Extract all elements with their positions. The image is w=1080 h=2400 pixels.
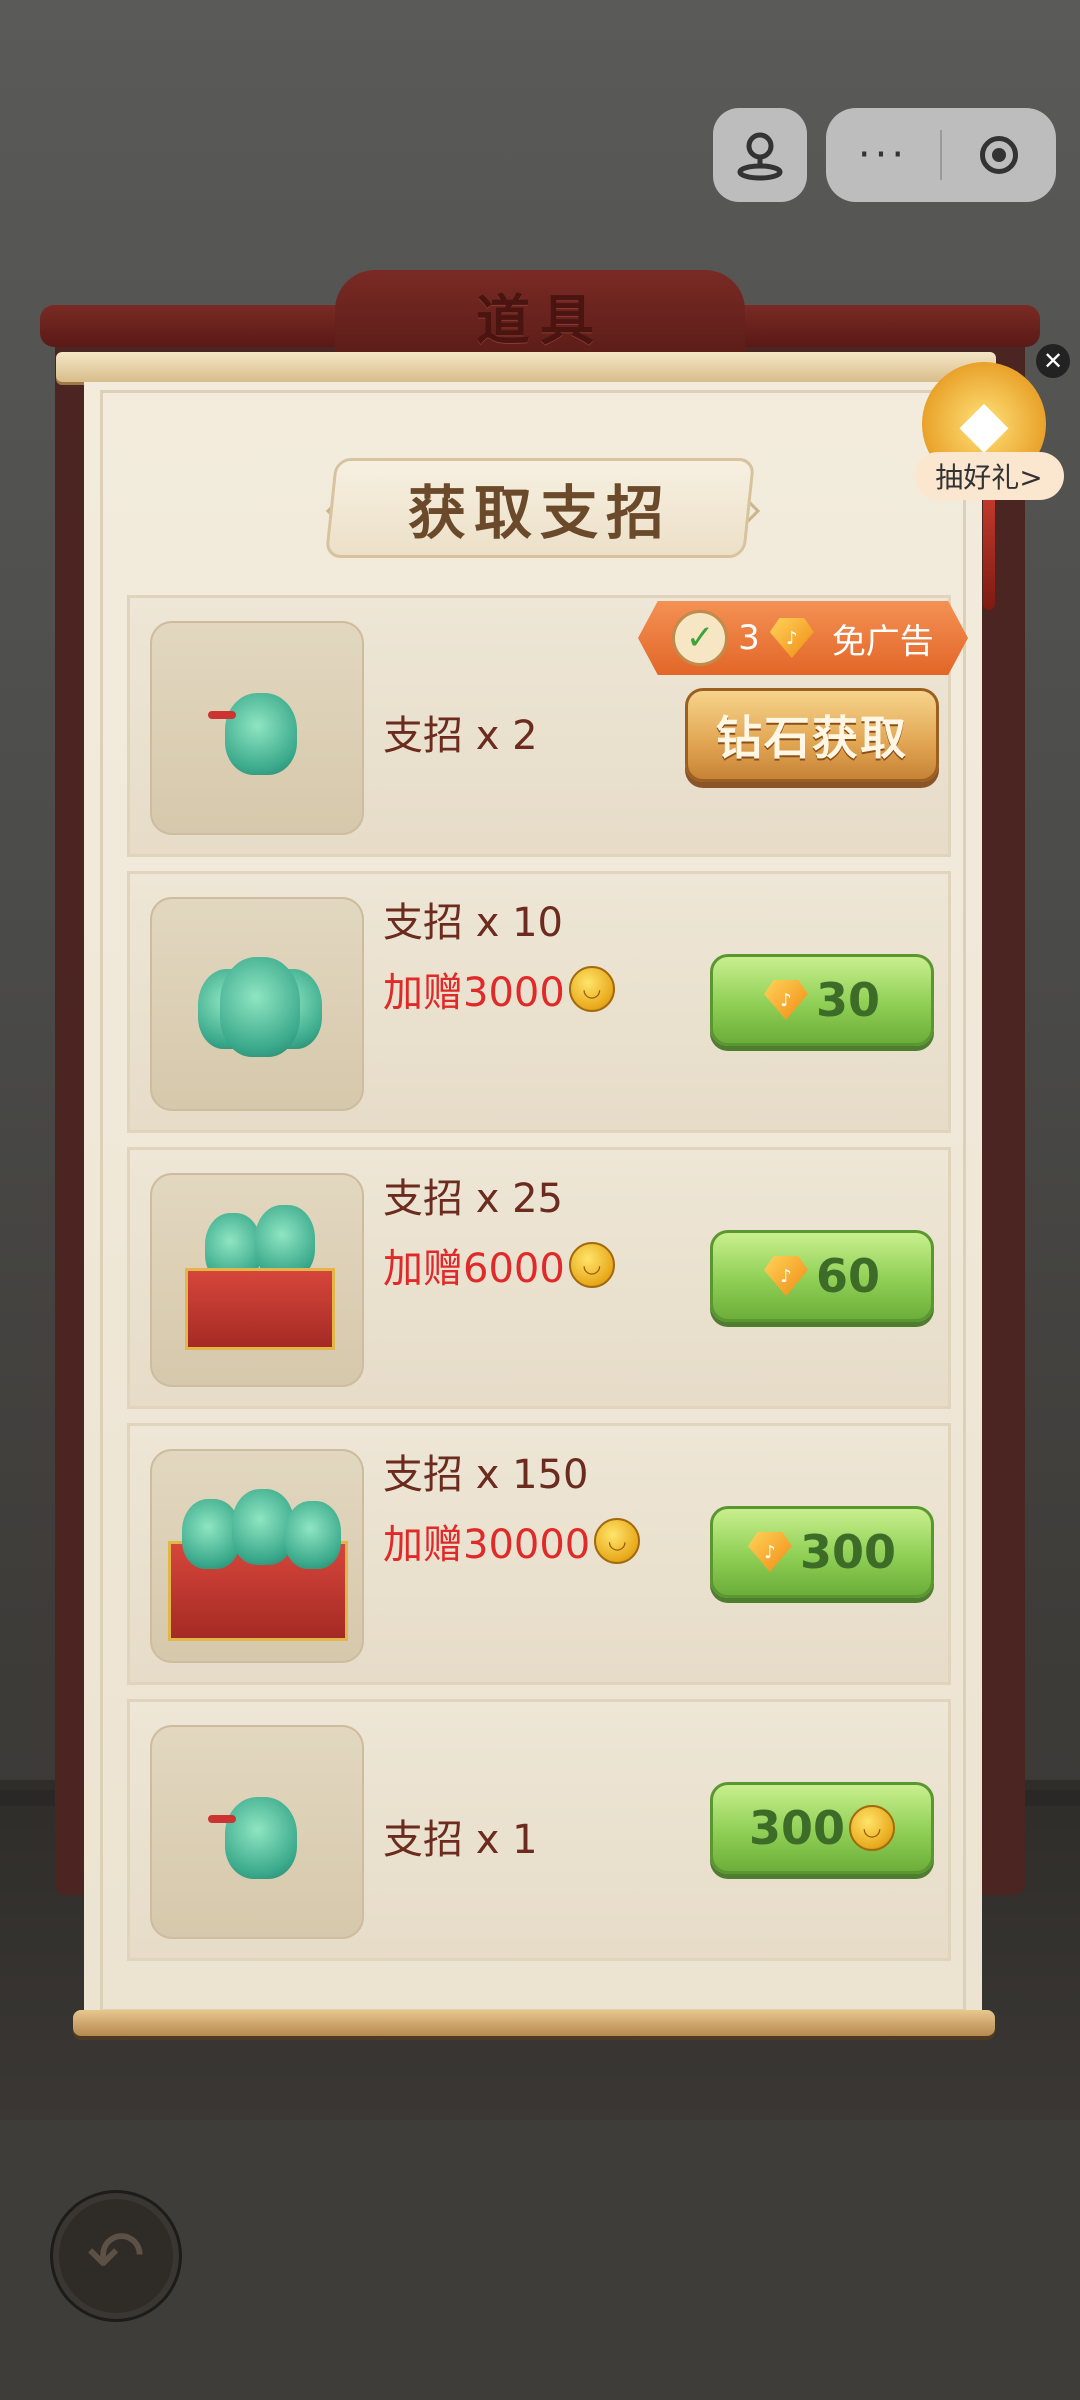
- diamond-icon: ♪: [747, 1532, 792, 1572]
- target-icon: [980, 136, 1018, 174]
- diamond-icon: ♪: [769, 618, 814, 658]
- item-thumbnail: [150, 1449, 364, 1663]
- item-name: 支招 x 10: [383, 900, 563, 946]
- back-arrow-icon: ↶: [86, 2215, 146, 2297]
- tip-bag-icon: [285, 1501, 341, 1569]
- more-button[interactable]: ···: [826, 108, 940, 202]
- shop-item-row: 支招 x 150 加赠30000 ◡ ♪ 300: [127, 1423, 951, 1685]
- item-bonus: 加赠3000 ◡: [383, 960, 615, 1018]
- coin-icon: ◡: [594, 1518, 641, 1564]
- price-label: 300: [748, 1801, 846, 1855]
- buy-button[interactable]: ♪ 300: [710, 1506, 934, 1598]
- scroll-top-rail: [56, 352, 996, 382]
- user-pin-icon: [737, 132, 783, 181]
- item-bonus: 加赠30000 ◡: [383, 1512, 641, 1570]
- close-icon[interactable]: ✕: [1036, 344, 1070, 378]
- buy-button[interactable]: 300 ◡: [710, 1782, 934, 1874]
- item-name: 支招 x 25: [383, 1176, 563, 1222]
- diamond-icon: ♪: [763, 980, 808, 1020]
- diamond-get-button[interactable]: 钻石获取: [685, 688, 939, 782]
- tip-bag-icon: [220, 957, 300, 1057]
- close-miniapp-button[interactable]: [942, 136, 1056, 174]
- bag-tassel: [208, 1815, 236, 1823]
- item-name: 支招 x 150: [383, 1452, 589, 1498]
- buy-button[interactable]: ♪ 60: [710, 1230, 934, 1322]
- section-title: 获取支招: [407, 479, 672, 547]
- bag-tassel: [208, 711, 236, 719]
- coin-icon: ◡: [849, 1805, 896, 1851]
- ad-free-label: 免广告: [831, 621, 934, 662]
- gift-box-icon: [185, 1268, 335, 1350]
- lucky-draw-label[interactable]: 抽好礼>: [914, 452, 1064, 500]
- item-name: 支招 x 1: [383, 1817, 538, 1863]
- tassel-decoration: [983, 500, 995, 610]
- buy-button[interactable]: ♪ 30: [710, 954, 934, 1046]
- bonus-text: 加赠30000: [383, 1522, 591, 1568]
- shop-item-row: 支招 x 1 300 ◡: [127, 1699, 951, 1961]
- check-icon: ✓: [672, 610, 729, 666]
- price-label: 30: [815, 973, 880, 1027]
- shop-item-row: 支招 x 10 加赠3000 ◡ ♪ 30: [127, 871, 951, 1133]
- bonus-text: 加赠3000: [383, 970, 565, 1016]
- price-label: 300: [799, 1525, 897, 1579]
- item-thumbnail: [150, 621, 364, 835]
- item-thumbnail: [150, 1173, 364, 1387]
- back-button[interactable]: ↶: [50, 2190, 182, 2322]
- coin-icon: ◡: [568, 1242, 615, 1288]
- section-header: 获取支招: [324, 458, 756, 558]
- share-capsule-button[interactable]: [713, 108, 807, 202]
- ad-free-badge: ✓ 3 ♪ 免广告: [638, 601, 968, 675]
- diamond-get-label: 钻石获取: [716, 711, 908, 765]
- scroll-bottom-rod: [73, 2010, 995, 2036]
- tip-bag-icon: [225, 1797, 297, 1879]
- ad-free-count: 3: [738, 618, 760, 658]
- shop-item-row: 支招 x 2 ✓ 3 ♪ 免广告 钻石获取: [127, 595, 968, 857]
- item-name: 支招 x 2: [383, 713, 538, 759]
- item-thumbnail: [150, 897, 364, 1111]
- item-thumbnail: [150, 1725, 364, 1939]
- coin-icon: ◡: [568, 966, 615, 1012]
- item-bonus: 加赠6000 ◡: [383, 1236, 615, 1294]
- diamond-icon: ♪: [763, 1256, 808, 1296]
- price-label: 60: [815, 1249, 880, 1303]
- page-title: 道具: [476, 287, 604, 352]
- tip-bag-icon: [225, 693, 297, 775]
- title-plaque: 道具: [335, 270, 745, 360]
- menu-capsule: ···: [826, 108, 1056, 202]
- bonus-text: 加赠6000: [383, 1246, 565, 1292]
- shop-item-row: 支招 x 25 加赠6000 ◡ ♪ 60: [127, 1147, 951, 1409]
